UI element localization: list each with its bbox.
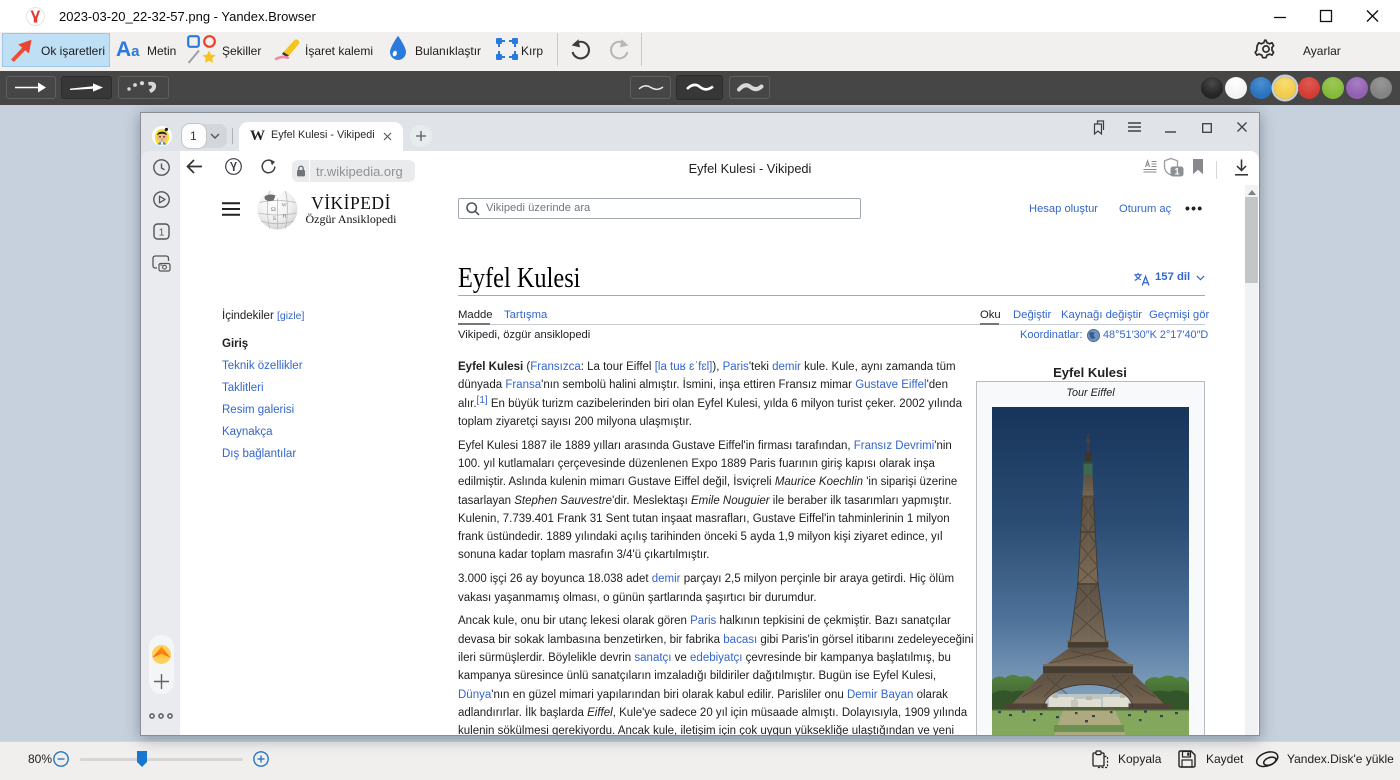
svg-text:1: 1 — [159, 227, 165, 238]
svg-text:1: 1 — [1174, 166, 1179, 176]
svg-text:Б: Б — [273, 216, 276, 222]
svg-text:Η: Η — [283, 214, 287, 220]
svg-text:W: W — [282, 203, 288, 209]
svg-text:Ω: Ω — [271, 206, 276, 213]
